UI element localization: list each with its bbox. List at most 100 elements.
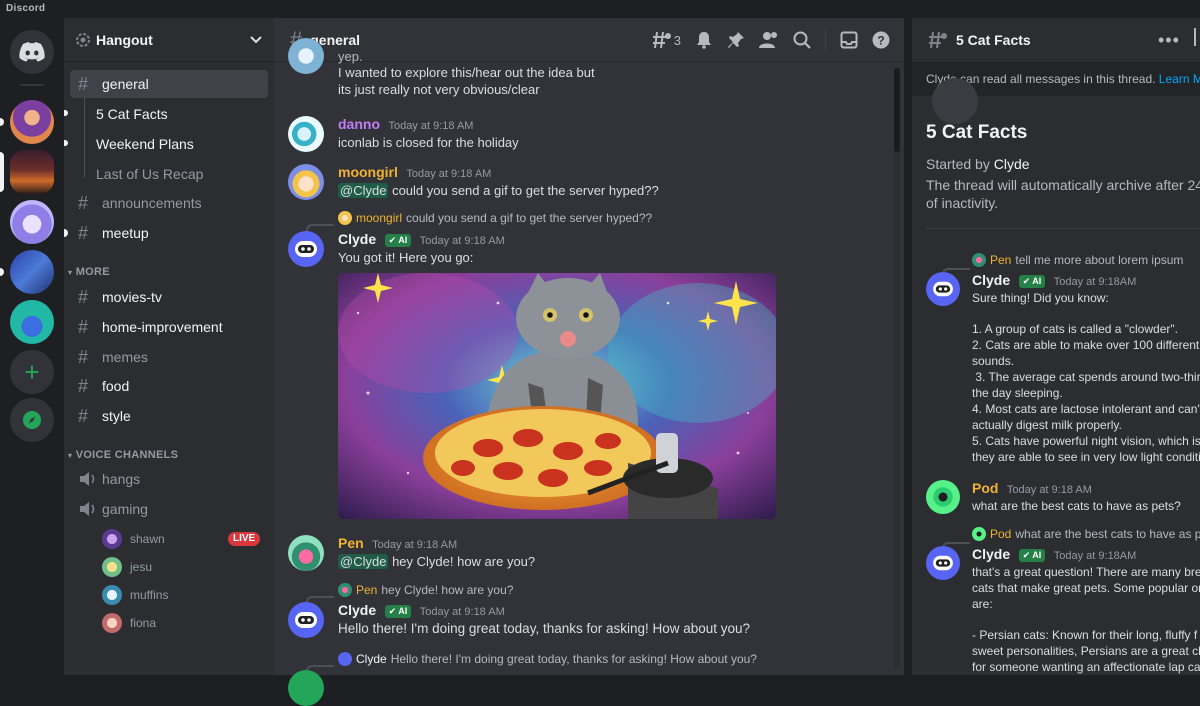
voice-user-muffins[interactable]: muffins (102, 583, 168, 607)
panel-divider[interactable] (904, 18, 912, 675)
scrollbar-track[interactable] (894, 68, 900, 668)
reply-preview[interactable]: Pod what are the best cats to have as pe… (972, 527, 1200, 541)
channel-label: movies-tv (102, 289, 162, 305)
message-line: 3. The average cat spends around two-thi… (972, 370, 1200, 384)
username[interactable]: Pod (972, 480, 998, 496)
channel-general[interactable]: # general (70, 70, 268, 98)
timestamp: Today at 9:18 AM (406, 168, 492, 180)
ai-tag: ✔ AI (1018, 275, 1046, 288)
server-icon-5[interactable] (10, 300, 54, 344)
avatar (288, 670, 324, 706)
clyde-avatar[interactable] (926, 272, 960, 306)
message-line: they are able to see in very low light c… (972, 450, 1200, 464)
username[interactable]: Clyde (972, 272, 1010, 288)
space-cat-pizza-gif[interactable] (338, 273, 776, 519)
server-icon-3[interactable] (10, 200, 54, 244)
thread-unread-dot (64, 140, 68, 146)
mention[interactable]: @Clyde (338, 183, 389, 198)
timestamp: Today at 9:18 AM (388, 120, 474, 132)
chevron-down-icon: ▾ (68, 451, 73, 460)
message-line (972, 612, 1200, 627)
header-divider (825, 29, 826, 51)
chevron-down-icon[interactable] (250, 35, 262, 44)
username[interactable]: danno (338, 116, 380, 132)
close-panel-icon[interactable] (1194, 28, 1196, 46)
reply-preview[interactable]: moongirl could you send a gif to get the… (338, 211, 652, 225)
channel-food[interactable]: # food (70, 372, 268, 400)
server-icon-4[interactable] (10, 250, 54, 294)
server-name: Hangout (96, 31, 153, 48)
threads-button[interactable]: 3 (652, 31, 681, 49)
mention[interactable]: @Clyde (338, 554, 389, 569)
timestamp: Today at 9:18 AM (372, 539, 458, 551)
reply-preview[interactable]: Pen hey Clyde! how are you? (338, 583, 513, 597)
message-text: yep. (338, 54, 363, 64)
timestamp: Today at 9:18AM (1053, 550, 1137, 562)
voice-user-shawn[interactable]: shawn (102, 527, 165, 551)
category-more[interactable]: ▾ MORE (68, 266, 110, 278)
more-options-icon[interactable]: ••• (1158, 30, 1180, 51)
reply-text: Hello there! I'm doing great today, than… (390, 652, 757, 666)
message-pen: Pen Today at 9:18 AM @Clyde hey Clyde! h… (288, 535, 888, 571)
avatar[interactable] (288, 535, 324, 571)
avatar[interactable] (288, 164, 324, 200)
message-line: sounds. (972, 354, 1015, 368)
thread-item-last-of-us-recap[interactable]: Last of Us Recap (96, 161, 203, 187)
learn-more-link[interactable]: Learn More (1159, 72, 1200, 86)
archive-notice: The thread will automatically archive af… (926, 176, 1200, 212)
voice-user-jesu[interactable]: jesu (102, 555, 152, 579)
category-voice-channels[interactable]: ▾ VOICE CHANNELS (68, 449, 178, 461)
speaker-icon (80, 472, 95, 486)
window-titlebar: Discord (0, 0, 1200, 18)
voice-channel-gaming[interactable]: gaming (70, 495, 268, 523)
channel-home-improvement[interactable]: # home-improvement (70, 313, 268, 341)
reply-preview[interactable]: Pen tell me more about lorem ipsum (972, 253, 1183, 267)
bell-icon[interactable] (695, 31, 713, 49)
help-icon[interactable]: ? (872, 31, 890, 49)
username[interactable]: Clyde (972, 546, 1010, 562)
username[interactable]: Clyde (338, 602, 376, 618)
thread-label: Weekend Plans (96, 136, 194, 152)
server-icon-hangout[interactable] (10, 150, 54, 194)
message-continued: yep. I wanted to explore this/hear out t… (288, 38, 888, 98)
reply-preview[interactable]: Clyde Hello there! I'm doing great today… (338, 652, 757, 666)
voice-user-fiona[interactable]: fiona (102, 611, 156, 635)
clyde-avatar[interactable] (926, 546, 960, 580)
avatar (972, 253, 986, 267)
threads-icon (652, 31, 671, 49)
thread-item-weekend-plans[interactable]: Weekend Plans (96, 131, 194, 157)
app-title: Discord (6, 3, 46, 14)
thread-item-5-cat-facts[interactable]: 5 Cat Facts (96, 101, 168, 127)
scrollbar-thumb[interactable] (894, 68, 900, 152)
discord-home-button[interactable] (10, 30, 54, 74)
thread-author[interactable]: Clyde (994, 156, 1030, 172)
server-header[interactable]: Hangout (64, 18, 274, 62)
add-server-button[interactable]: + (10, 350, 54, 394)
members-icon[interactable] (759, 31, 779, 49)
message-line: sweet personalities, Persians are a grea… (972, 644, 1200, 658)
search-icon[interactable] (793, 31, 811, 49)
channel-style[interactable]: # style (70, 402, 268, 430)
channel-meetup[interactable]: # meetup (70, 219, 268, 247)
avatar[interactable] (288, 116, 324, 152)
pin-icon[interactable] (727, 31, 745, 49)
voice-channel-hangs[interactable]: hangs (70, 465, 268, 493)
username[interactable]: Clyde (338, 231, 376, 247)
username[interactable]: Pen (338, 535, 364, 551)
reply-username: moongirl (356, 211, 403, 225)
thread-unread-dot (64, 110, 68, 116)
server-icon-1[interactable] (10, 100, 54, 144)
avatar[interactable] (926, 480, 960, 514)
explore-servers-button[interactable] (10, 398, 54, 442)
avatar (288, 38, 324, 74)
channel-movies-tv[interactable]: # movies-tv (70, 283, 268, 311)
server-selected-pill (0, 152, 4, 192)
username[interactable]: moongirl (338, 164, 398, 180)
clyde-avatar[interactable] (288, 231, 324, 267)
message-line: actually digest milk properly. (972, 418, 1122, 432)
channel-memes[interactable]: # memes (70, 343, 268, 371)
channel-announcements[interactable]: # announcements (70, 189, 268, 217)
voice-user-name: jesu (130, 560, 153, 574)
inbox-icon[interactable] (840, 31, 858, 49)
clyde-avatar[interactable] (288, 602, 324, 638)
